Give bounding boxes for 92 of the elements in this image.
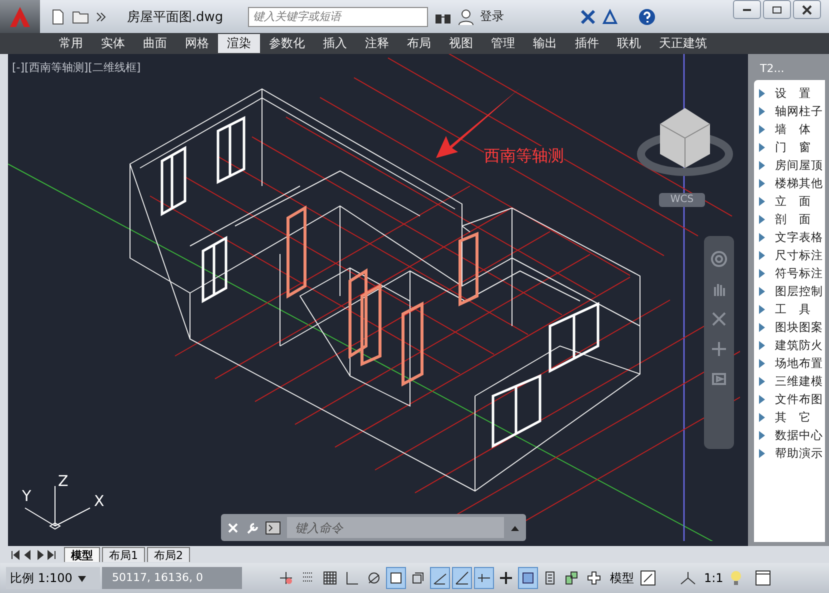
user-icon[interactable] bbox=[458, 8, 474, 24]
panel-item[interactable]: 文字表格 bbox=[754, 228, 825, 246]
panel-item[interactable]: 轴网柱子 bbox=[754, 102, 825, 120]
panel-item[interactable]: 墙 体 bbox=[754, 120, 825, 138]
panel-item[interactable]: 图层控制 bbox=[754, 282, 825, 300]
squares-icon bbox=[564, 570, 580, 586]
annotation-scale-button[interactable]: 1:1 bbox=[700, 567, 728, 589]
panel-title: T2... bbox=[759, 61, 786, 77]
toggle-button[interactable] bbox=[518, 567, 538, 589]
panel-item[interactable]: 帮助演示 bbox=[754, 444, 825, 462]
command-input[interactable]: 键入命令 bbox=[287, 517, 504, 538]
annotation-text: 西南等轴测 bbox=[484, 146, 564, 167]
panel-item[interactable]: 图块图案 bbox=[754, 318, 825, 336]
toggle-button[interactable] bbox=[430, 567, 450, 589]
ribbon-tab[interactable]: 联机 bbox=[608, 34, 650, 53]
window-icon[interactable] bbox=[755, 570, 772, 586]
caret-icon bbox=[78, 576, 86, 582]
panel-item[interactable]: 尺寸标注 bbox=[754, 246, 825, 264]
panel-item[interactable]: 房间屋顶 bbox=[754, 156, 825, 174]
minimize-icon bbox=[742, 8, 752, 10]
grid-icon bbox=[322, 570, 338, 586]
toggle-button[interactable] bbox=[452, 567, 472, 589]
showmotion-icon[interactable] bbox=[710, 370, 728, 388]
restore-icon bbox=[772, 6, 782, 14]
coordinates-readout: 50117, 16136, 0 bbox=[102, 567, 242, 589]
model-button[interactable]: 模型 bbox=[606, 567, 638, 589]
search-field[interactable]: 键入关键字或短语 bbox=[248, 6, 428, 26]
ribbon-tab[interactable]: 实体 bbox=[92, 34, 134, 53]
ribbon-tab[interactable]: 插入 bbox=[314, 34, 356, 53]
lightbulb-icon[interactable] bbox=[729, 570, 744, 586]
panel-item[interactable]: 立 面 bbox=[754, 192, 825, 210]
panel-item[interactable]: 符号标注 bbox=[754, 264, 825, 282]
ribbon-tab[interactable]: 网格 bbox=[176, 34, 218, 53]
expand-icon[interactable] bbox=[510, 524, 520, 532]
drawing-viewport[interactable]: [-][西南等轴测][二维线框] 西南等轴测 WCS Y Z X 键入命令 bbox=[8, 54, 748, 546]
more-icon[interactable] bbox=[96, 12, 106, 22]
toggle-button[interactable] bbox=[474, 567, 494, 589]
new-file-icon[interactable] bbox=[50, 8, 66, 24]
close-button[interactable] bbox=[793, 0, 821, 19]
wrench-icon[interactable] bbox=[245, 520, 259, 534]
slope-icon bbox=[454, 570, 470, 586]
panel-item[interactable]: 三维建模 bbox=[754, 372, 825, 390]
ribbon-tab[interactable]: 常用 bbox=[50, 34, 92, 53]
square-icon bbox=[388, 570, 404, 586]
axis-label: X bbox=[94, 492, 104, 510]
app-menu-button[interactable] bbox=[0, 0, 40, 33]
plus-icon bbox=[498, 570, 514, 586]
restore-button[interactable] bbox=[763, 0, 791, 19]
ribbon-tab[interactable]: 天正建筑 bbox=[650, 34, 716, 53]
document-title: 房屋平面图.dwg bbox=[126, 8, 224, 26]
panel-item[interactable]: 数据中心 bbox=[754, 426, 825, 444]
viewport-label[interactable]: [-][西南等轴测][二维线框] bbox=[12, 60, 141, 75]
login-link[interactable]: 登录 bbox=[480, 8, 504, 25]
filled-square-icon bbox=[520, 570, 536, 586]
cross-shape-icon bbox=[586, 570, 602, 586]
ribbon-tab[interactable]: 布局 bbox=[398, 34, 440, 53]
layout-tab[interactable]: 布局2 bbox=[147, 547, 190, 562]
toggle-button[interactable] bbox=[386, 567, 406, 589]
crosshair-icon bbox=[278, 570, 294, 586]
corner-icon bbox=[344, 570, 360, 586]
layout-tab[interactable]: 布局1 bbox=[102, 547, 145, 562]
panel-item[interactable]: 楼梯其他 bbox=[754, 174, 825, 192]
ribbon-tab[interactable]: 输出 bbox=[524, 34, 566, 53]
ribbon-tab[interactable]: 注释 bbox=[356, 34, 398, 53]
help-icon[interactable] bbox=[638, 8, 656, 26]
folder-icon[interactable] bbox=[72, 8, 90, 24]
axis-label: Z bbox=[58, 472, 68, 490]
ribbon-tab[interactable]: 插件 bbox=[566, 34, 608, 53]
cube-outline-icon bbox=[410, 570, 426, 586]
minimize-button[interactable] bbox=[733, 0, 761, 19]
panel-item[interactable]: 场地布置 bbox=[754, 354, 825, 372]
close-icon bbox=[802, 4, 812, 14]
ribbon-tab[interactable]: 管理 bbox=[482, 34, 524, 53]
panel-item[interactable]: 其 它 bbox=[754, 408, 825, 426]
triangle-icon[interactable] bbox=[602, 8, 618, 24]
axis-label: Y bbox=[22, 487, 32, 505]
circle-icon bbox=[366, 570, 382, 586]
scale-dropdown[interactable]: 比例 1:100 bbox=[6, 567, 100, 589]
logo-icon bbox=[7, 4, 33, 28]
ribbon-tab[interactable]: 渲染 bbox=[218, 34, 260, 53]
close-icon[interactable] bbox=[227, 522, 239, 534]
layout-tab[interactable]: 模型 bbox=[64, 547, 100, 562]
panel-item[interactable]: 门 窗 bbox=[754, 138, 825, 156]
prompt-icon[interactable] bbox=[265, 520, 281, 534]
ribbon-tab[interactable]: 曲面 bbox=[134, 34, 176, 53]
panel-item[interactable]: 工 具 bbox=[754, 300, 825, 318]
panel-item[interactable]: 设 置 bbox=[754, 84, 825, 102]
panel-item[interactable]: 剖 面 bbox=[754, 210, 825, 228]
panel-item[interactable]: 建筑防火 bbox=[754, 336, 825, 354]
panel-item[interactable]: 文件布图 bbox=[754, 390, 825, 408]
ribbon-tab[interactable]: 参数化 bbox=[260, 34, 314, 53]
ribbon-tab[interactable]: 视图 bbox=[440, 34, 482, 53]
